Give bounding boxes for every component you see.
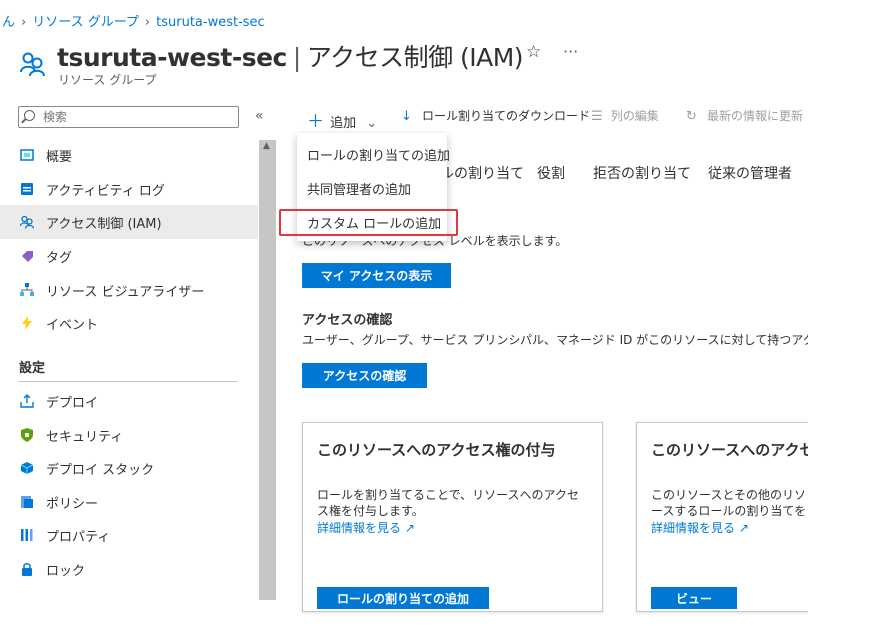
policy-icon xyxy=(20,495,34,509)
sidebar-item-overview[interactable]: 概要 xyxy=(0,138,258,172)
lock-icon xyxy=(20,562,34,576)
tab-classic-administrators[interactable]: 従来の管理者 xyxy=(708,163,792,183)
breadcrumb-resource-groups[interactable]: リソース グループ xyxy=(32,15,139,30)
chevron-right-icon: › xyxy=(144,15,151,30)
learn-more-label: 詳細情報を見る xyxy=(651,521,736,535)
iam-icon xyxy=(20,215,34,229)
visualizer-icon xyxy=(20,283,34,297)
sidebar-item-label: セキュリティ xyxy=(46,429,124,445)
menu-item-add-co-administrator[interactable]: 共同管理者の追加 xyxy=(307,179,411,198)
sidebar-item-label: ロック xyxy=(46,563,86,579)
tab-roles[interactable]: 役割 xyxy=(537,163,565,183)
resource-group-users-icon xyxy=(20,52,45,77)
sidebar-item-visualizer[interactable]: リソース ビジュアライザー xyxy=(0,273,258,307)
sidebar-item-label: ポリシー xyxy=(46,496,99,512)
learn-more-label: 詳細情報を見る xyxy=(317,521,402,535)
sidebar-item-label: タグ xyxy=(46,250,73,266)
add-button-label: 追加 xyxy=(330,116,357,131)
edit-columns-button[interactable]: ☰ 列の編集 xyxy=(591,107,659,124)
sidebar-search-input[interactable] xyxy=(41,109,235,125)
plus-icon: ＋ xyxy=(307,112,324,132)
resource-name: tsuruta-west-sec xyxy=(57,43,287,72)
section-name: アクセス制御 (IAM) xyxy=(306,43,524,72)
sidebar-item-security[interactable]: セキュリティ xyxy=(0,418,258,452)
deploy-stack-icon xyxy=(20,461,34,475)
view-my-access-button[interactable]: マイ アクセスの表示 xyxy=(302,263,451,288)
breadcrumb: ん › リソース グループ › tsuruta-west-sec xyxy=(2,11,265,30)
check-access-title: アクセスの確認 xyxy=(302,313,393,328)
sidebar-item-label: アクセス制御 (IAM) xyxy=(46,216,162,232)
breadcrumb-current[interactable]: tsuruta-west-sec xyxy=(156,15,265,30)
external-link-icon: ↗ xyxy=(738,521,749,535)
activity-log-icon xyxy=(20,182,34,196)
card-title: このリソースへのアクセス xyxy=(651,441,816,459)
content-clip xyxy=(808,95,889,628)
add-button[interactable]: ＋ 追加 ⌄ xyxy=(307,107,377,132)
breadcrumb-prefix[interactable]: ん xyxy=(2,15,15,30)
more-options-icon[interactable]: ··· xyxy=(563,42,578,61)
add-role-assignment-button[interactable]: ロールの割り当ての追加 xyxy=(317,587,489,609)
sidebar-item-policy[interactable]: ポリシー xyxy=(0,485,258,519)
view-access-card: このリソースへのアクセス このリソースとその他のリソースするロールの割り当てを表… xyxy=(636,422,816,612)
check-access-button[interactable]: アクセスの確認 xyxy=(302,363,427,388)
sidebar-item-label: アクティビティ ログ xyxy=(46,183,165,199)
security-icon xyxy=(20,428,34,442)
properties-icon xyxy=(20,528,34,542)
sidebar-item-deploy[interactable]: デプロイ xyxy=(0,384,258,418)
learn-more-link[interactable]: 詳細情報を見る ↗ xyxy=(651,519,749,536)
collapse-sidebar-icon[interactable]: « xyxy=(255,108,264,124)
tab-deny-assignments[interactable]: 拒否の割り当て xyxy=(593,163,691,183)
sidebar-item-label: デプロイ xyxy=(46,395,99,411)
sidebar-item-deploy-stack[interactable]: デプロイ スタック xyxy=(0,451,258,485)
learn-more-link[interactable]: 詳細情報を見る ↗ xyxy=(317,519,415,536)
page-subtitle: リソース グループ xyxy=(58,73,157,87)
highlight-box xyxy=(279,209,458,236)
sidebar-item-label: イベント xyxy=(46,317,99,333)
tag-icon xyxy=(20,249,34,263)
sidebar-item-properties[interactable]: プロパティ xyxy=(0,518,258,552)
sidebar-item-lock[interactable]: ロック xyxy=(0,552,258,586)
download-role-assignments-button[interactable]: ↓ ロール割り当てのダウンロード xyxy=(401,107,590,124)
title-separator: | xyxy=(292,43,301,72)
sidebar-scrollbar[interactable] xyxy=(259,140,276,600)
search-icon xyxy=(24,110,35,121)
tab-role-assignments[interactable]: ルの割り当て xyxy=(440,163,524,183)
sidebar-item-label: デプロイ スタック xyxy=(46,462,155,478)
sidebar-item-iam[interactable]: アクセス制御 (IAM) xyxy=(0,205,258,239)
sidebar-item-events[interactable]: イベント xyxy=(0,306,258,340)
card-description: ロールを割り当てることで、リソースへのアクセス権を付与します。 xyxy=(317,488,579,518)
columns-icon: ☰ xyxy=(591,109,603,124)
grant-access-card: このリソースへのアクセス権の付与 ロールを割り当てることで、リソースへのアクセス… xyxy=(302,422,603,612)
download-icon: ↓ xyxy=(401,109,412,124)
sidebar-item-tags[interactable]: タグ xyxy=(0,239,258,273)
scroll-up-arrow-icon[interactable]: ▲ xyxy=(263,141,270,151)
events-icon xyxy=(20,316,34,330)
refresh-button[interactable]: ↻ 最新の情報に更新 xyxy=(686,107,803,124)
sidebar-item-activity-log[interactable]: アクティビティ ログ xyxy=(0,172,258,206)
external-link-icon: ↗ xyxy=(404,521,415,535)
divider xyxy=(19,381,237,382)
edit-columns-label: 列の編集 xyxy=(610,109,659,123)
refresh-label: 最新の情報に更新 xyxy=(707,109,804,123)
download-label: ロール割り当てのダウンロード xyxy=(422,109,591,123)
deploy-icon xyxy=(20,394,34,408)
sidebar-item-label: プロパティ xyxy=(46,529,111,545)
sidebar-search[interactable] xyxy=(18,106,239,128)
card-description: このリソースとその他のリソースするロールの割り当てを表示し xyxy=(651,488,807,518)
favorite-star-icon[interactable]: ☆ xyxy=(526,42,541,62)
refresh-icon: ↻ xyxy=(686,109,697,124)
view-button[interactable]: ビュー xyxy=(651,587,737,609)
overview-icon xyxy=(20,148,34,162)
check-access-description: ユーザー、グループ、サービス プリンシパル、マネージド ID がこのリソースに対… xyxy=(302,333,808,347)
settings-section-header: 設定 xyxy=(19,361,46,376)
sidebar-item-label: 概要 xyxy=(46,149,73,165)
card-title: このリソースへのアクセス権の付与 xyxy=(317,441,556,459)
menu-item-add-role-assignment[interactable]: ロールの割り当ての追加 xyxy=(307,145,450,164)
chevron-down-icon: ⌄ xyxy=(366,116,378,131)
chevron-right-icon: › xyxy=(21,15,27,30)
sidebar-item-label: リソース ビジュアライザー xyxy=(46,284,205,300)
page-title: tsuruta-west-sec | アクセス制御 (IAM) xyxy=(57,38,524,74)
